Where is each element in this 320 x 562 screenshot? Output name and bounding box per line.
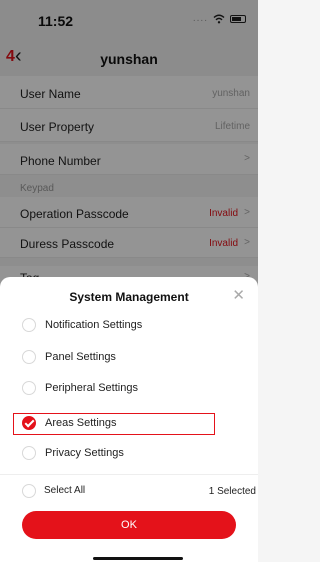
radio-circle bbox=[22, 381, 36, 395]
ok-button[interactable]: OK bbox=[22, 511, 236, 539]
option-label: Areas Settings bbox=[45, 417, 117, 429]
option-notification-settings[interactable]: Notification Settings bbox=[14, 314, 254, 338]
selected-count: 1 Selected bbox=[208, 486, 256, 497]
option-label: Notification Settings bbox=[45, 319, 143, 331]
radio-circle bbox=[22, 318, 36, 332]
option-peripheral-settings[interactable]: Peripheral Settings bbox=[14, 377, 254, 401]
option-areas-settings[interactable]: Areas Settings bbox=[14, 412, 254, 436]
select-all-label: Select All bbox=[44, 485, 86, 496]
option-label: Privacy Settings bbox=[45, 447, 124, 459]
divider bbox=[0, 474, 258, 475]
sheet-title: System Management bbox=[69, 290, 189, 304]
radio-circle bbox=[22, 350, 36, 364]
option-label: Panel Settings bbox=[45, 351, 116, 363]
radio-circle bbox=[22, 446, 36, 460]
option-label: Peripheral Settings bbox=[45, 382, 138, 394]
option-privacy-settings[interactable]: Privacy Settings bbox=[14, 442, 254, 466]
checkmark-icon bbox=[22, 416, 36, 430]
system-management-sheet: System Management ✕ Notification Setting… bbox=[0, 277, 258, 562]
radio-circle bbox=[22, 484, 36, 498]
close-icon[interactable]: ✕ bbox=[232, 286, 245, 304]
option-panel-settings[interactable]: Panel Settings bbox=[14, 346, 254, 370]
home-indicator bbox=[93, 557, 183, 560]
select-all-checkbox[interactable]: Select All bbox=[14, 480, 164, 504]
